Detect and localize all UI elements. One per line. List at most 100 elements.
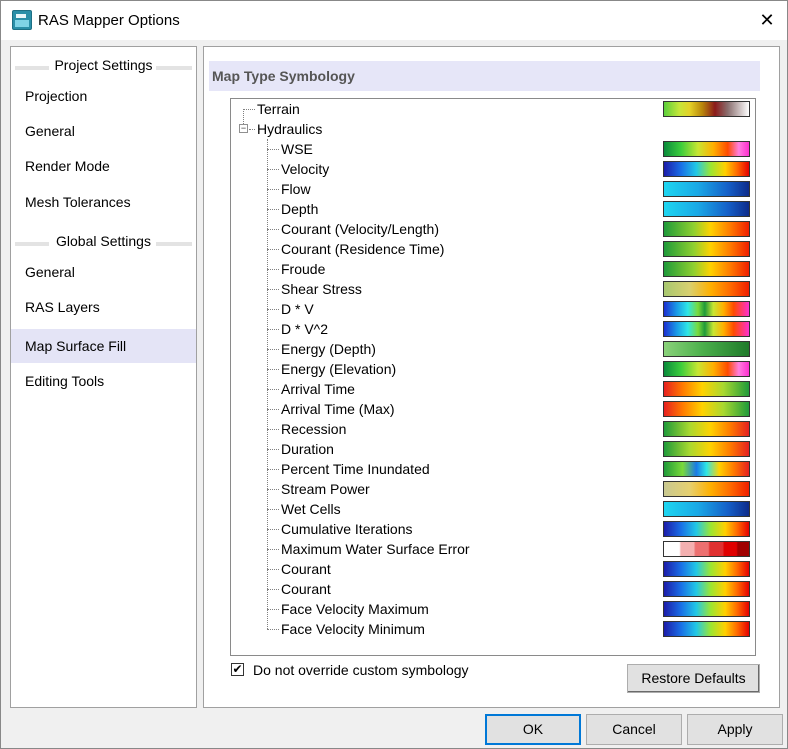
tree-item-recession[interactable]: Recession — [231, 419, 755, 439]
nav-item-global-general[interactable]: General — [11, 255, 196, 289]
color-ramp-swatch[interactable] — [663, 341, 750, 357]
tree-item-wet-cells[interactable]: Wet Cells — [231, 499, 755, 519]
color-ramp-swatch[interactable] — [663, 181, 750, 197]
hydraulics-label[interactable]: Hydraulics — [257, 121, 322, 137]
settings-nav-panel: Project Settings Projection General Rend… — [10, 46, 197, 708]
tree-item-label: Face Velocity Minimum — [281, 621, 425, 637]
tree-item-label: D * V — [281, 301, 314, 317]
color-ramp-swatch[interactable] — [663, 321, 750, 337]
tree-item-label: D * V^2 — [281, 321, 329, 337]
tree-item-label: Flow — [281, 181, 311, 197]
nav-item-ras-layers[interactable]: RAS Layers — [11, 290, 196, 324]
color-ramp-swatch[interactable] — [663, 161, 750, 177]
ras-mapper-app-icon — [12, 10, 32, 30]
color-ramp-swatch[interactable] — [663, 541, 750, 557]
map-surface-fill-panel: Map Type Symbology Terrain − Hydraulics … — [203, 46, 780, 708]
tree-item-label: Percent Time Inundated — [281, 461, 430, 477]
hydraulics-collapse-icon[interactable]: − — [239, 124, 248, 133]
tree-item-label: Energy (Elevation) — [281, 361, 397, 377]
nav-item-projection[interactable]: Projection — [11, 79, 196, 113]
color-ramp-swatch[interactable] — [663, 441, 750, 457]
color-ramp-swatch[interactable] — [663, 201, 750, 217]
tree-item-label: Shear Stress — [281, 281, 362, 297]
color-ramp-swatch[interactable] — [663, 501, 750, 517]
color-ramp-swatch[interactable] — [663, 241, 750, 257]
tree-item-courant[interactable]: Courant — [231, 559, 755, 579]
color-ramp-swatch[interactable] — [663, 261, 750, 277]
tree-item-arrival-time-max[interactable]: Arrival Time (Max) — [231, 399, 755, 419]
nav-item-project-general[interactable]: General — [11, 114, 196, 148]
color-ramp-swatch[interactable] — [663, 601, 750, 617]
color-ramp-swatch[interactable] — [663, 361, 750, 377]
tree-item-flow[interactable]: Flow — [231, 179, 755, 199]
tree-item-label: Wet Cells — [281, 501, 341, 517]
tree-item-label: Energy (Depth) — [281, 341, 376, 357]
color-ramp-swatch[interactable] — [663, 521, 750, 537]
options-dialog: RAS Mapper Options ✕ Project Settings Pr… — [0, 0, 788, 749]
symbology-tree[interactable]: Terrain − Hydraulics WSE Velocity Flow Dept… — [230, 98, 756, 656]
color-ramp-swatch[interactable] — [663, 141, 750, 157]
nav-item-render-mode[interactable]: Render Mode — [11, 149, 196, 183]
tree-item-arrival-time[interactable]: Arrival Time — [231, 379, 755, 399]
global-settings-label: Global Settings — [56, 233, 151, 249]
tree-item-wse[interactable]: WSE — [231, 139, 755, 159]
tree-item-shear-stress[interactable]: Shear Stress — [231, 279, 755, 299]
override-symbology-checkbox[interactable]: ✔ — [231, 663, 244, 676]
color-ramp-swatch[interactable] — [663, 221, 750, 237]
color-ramp-swatch[interactable] — [663, 281, 750, 297]
tree-item-velocity[interactable]: Velocity — [231, 159, 755, 179]
tree-item-label: Recession — [281, 421, 347, 437]
tree-item-label: Velocity — [281, 161, 330, 177]
tree-item-duration[interactable]: Duration — [231, 439, 755, 459]
color-ramp-swatch[interactable] — [663, 481, 750, 497]
tree-item-energy-elevation[interactable]: Energy (Elevation) — [231, 359, 755, 379]
tree-item-label: WSE — [281, 141, 313, 157]
tree-item-depth[interactable]: Depth — [231, 199, 755, 219]
tree-item-label: Courant — [281, 561, 331, 577]
close-button[interactable]: ✕ — [747, 1, 787, 40]
tree-item-face-velocity-minimum[interactable]: Face Velocity Minimum — [231, 619, 755, 639]
tree-item-label: Arrival Time — [281, 381, 355, 397]
tree-item-froude[interactable]: Froude — [231, 259, 755, 279]
ok-button[interactable]: OK — [485, 714, 581, 745]
tree-item-label: Depth — [281, 201, 319, 217]
tree-item-cumulative-iterations[interactable]: Cumulative Iterations — [231, 519, 755, 539]
project-settings-label: Project Settings — [54, 57, 153, 73]
panel-title: Map Type Symbology — [209, 61, 760, 91]
tree-item-label: Froude — [281, 261, 326, 277]
override-symbology-label: Do not override custom symbology — [253, 662, 469, 678]
color-ramp-swatch[interactable] — [663, 301, 750, 317]
tree-item-d-v-2[interactable]: D * V^2 — [231, 319, 755, 339]
tree-item-percent-time-inundated[interactable]: Percent Time Inundated — [231, 459, 755, 479]
nav-item-map-surface-fill[interactable]: Map Surface Fill — [11, 329, 196, 363]
tree-item-courant[interactable]: Courant — [231, 579, 755, 599]
tree-item-label: Stream Power — [281, 481, 370, 497]
tree-item-face-velocity-maximum[interactable]: Face Velocity Maximum — [231, 599, 755, 619]
tree-item-courant-residence-time[interactable]: Courant (Residence Time) — [231, 239, 755, 259]
global-settings-header: Global Settings — [11, 233, 196, 251]
tree-item-courant-velocity-length[interactable]: Courant (Velocity/Length) — [231, 219, 755, 239]
color-ramp-swatch[interactable] — [663, 621, 750, 637]
color-ramp-swatch[interactable] — [663, 581, 750, 597]
tree-item-label: Cumulative Iterations — [281, 521, 413, 537]
tree-item-label: Maximum Water Surface Error — [281, 541, 470, 557]
color-ramp-swatch[interactable] — [663, 461, 750, 477]
tree-item-stream-power[interactable]: Stream Power — [231, 479, 755, 499]
tree-item-energy-depth[interactable]: Energy (Depth) — [231, 339, 755, 359]
terrain-color-ramp[interactable] — [663, 101, 750, 117]
tree-item-maximum-water-surface-error[interactable]: Maximum Water Surface Error — [231, 539, 755, 559]
color-ramp-swatch[interactable] — [663, 421, 750, 437]
color-ramp-swatch[interactable] — [663, 561, 750, 577]
tree-item-label: Face Velocity Maximum — [281, 601, 429, 617]
restore-defaults-button[interactable]: Restore Defaults — [627, 664, 760, 693]
nav-item-editing-tools[interactable]: Editing Tools — [11, 364, 196, 398]
tree-item-label: Courant — [281, 581, 331, 597]
tree-item-label: Courant (Velocity/Length) — [281, 221, 439, 237]
color-ramp-swatch[interactable] — [663, 381, 750, 397]
cancel-button[interactable]: Cancel — [586, 714, 682, 745]
color-ramp-swatch[interactable] — [663, 401, 750, 417]
apply-button[interactable]: Apply — [687, 714, 783, 745]
terrain-label[interactable]: Terrain — [257, 101, 300, 117]
nav-item-mesh-tolerances[interactable]: Mesh Tolerances — [11, 185, 196, 219]
tree-item-d-v[interactable]: D * V — [231, 299, 755, 319]
